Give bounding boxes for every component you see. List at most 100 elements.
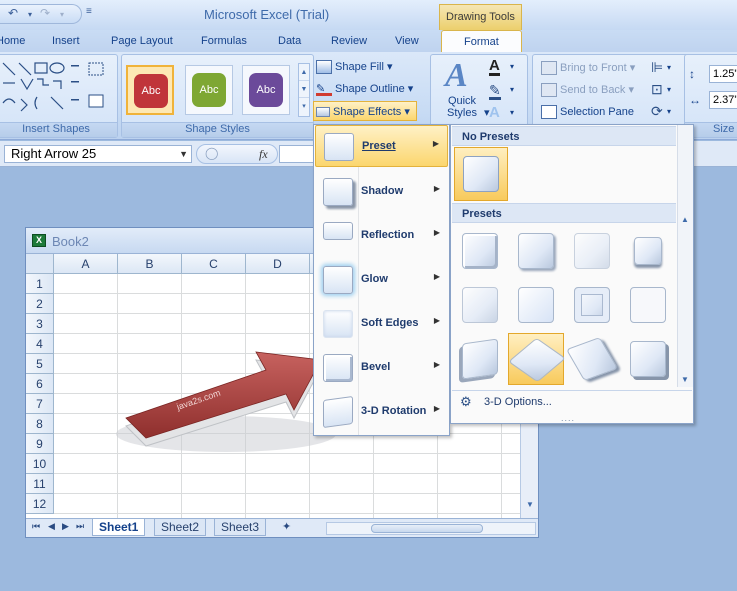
select-all-corner[interactable]	[26, 254, 54, 274]
row-header[interactable]: 12	[26, 494, 54, 514]
gallery-scrollbar[interactable]: ▲ ▼	[677, 125, 693, 387]
resize-grip-icon[interactable]: ....	[561, 413, 575, 423]
preset-4[interactable]	[622, 225, 674, 277]
scroll-up-icon[interactable]: ▲	[299, 64, 309, 81]
preset-11[interactable]	[565, 333, 619, 385]
menu-item-preset[interactable]: Preset ▶	[315, 125, 448, 167]
preset-12[interactable]	[622, 333, 674, 385]
shape-width-input[interactable]: 2.37"	[709, 91, 737, 109]
chevron-down-icon[interactable]: ▼	[179, 146, 188, 162]
shape-fill-button[interactable]: Shape Fill ▾	[316, 60, 393, 75]
column-header-c[interactable]: C	[182, 254, 246, 274]
redo-icon[interactable]: ↷	[40, 6, 50, 20]
menu-item-bevel[interactable]: Bevel ▶	[315, 347, 448, 389]
row-header[interactable]: 2	[26, 294, 54, 314]
tab-page-layout[interactable]: Page Layout	[111, 35, 173, 47]
sheet-tab-2[interactable]: Sheet2	[154, 519, 207, 536]
quick-styles-button[interactable]: Quick Styles ▾	[443, 95, 490, 119]
shape-style-thumb-red[interactable]: Abc	[126, 65, 174, 115]
menu-item-glow[interactable]: Glow ▶	[315, 259, 448, 301]
last-sheet-icon[interactable]: ⏭	[76, 521, 84, 532]
shape-style-thumb-green[interactable]: Abc	[185, 65, 233, 115]
text-fill-icon[interactable]: A	[489, 58, 500, 76]
chevron-down-icon[interactable]: ▾	[510, 85, 514, 94]
row-header[interactable]: 8	[26, 414, 54, 434]
align-icon[interactable]: ⊫	[651, 59, 663, 76]
rotate-icon[interactable]: ⟳	[651, 103, 663, 120]
row-header[interactable]: 1	[26, 274, 54, 294]
first-sheet-icon[interactable]: ⏮	[32, 521, 40, 532]
row-header[interactable]: 11	[26, 474, 54, 494]
chevron-down-icon[interactable]: ▾	[667, 107, 671, 116]
bring-to-front-button[interactable]: Bring to Front ▾	[541, 61, 635, 76]
column-header-a[interactable]: A	[54, 254, 118, 274]
tab-data[interactable]: Data	[278, 35, 301, 47]
preset-10[interactable]	[507, 333, 567, 385]
row-header[interactable]: 6	[26, 374, 54, 394]
preset-7[interactable]	[566, 279, 618, 331]
column-header-b[interactable]: B	[118, 254, 182, 274]
sheet-tab-3[interactable]: Sheet3	[214, 519, 267, 536]
customize-qat-icon[interactable]: ≡	[86, 6, 92, 17]
styles-gallery-scroll[interactable]: ▲ ▼ ▾	[298, 63, 310, 117]
menu-item-shadow[interactable]: Shadow ▶	[315, 171, 448, 213]
redo-dropdown-icon[interactable]: ▾	[60, 10, 64, 19]
row-header[interactable]: 7	[26, 394, 54, 414]
shape-outline-button[interactable]: ✎ Shape Outline ▾	[316, 82, 413, 97]
scroll-down-icon[interactable]: ▼	[681, 375, 689, 384]
name-box[interactable]: Right Arrow 25 ▼	[4, 145, 192, 163]
3d-options-item[interactable]: ⚙ 3-D Options...	[452, 390, 692, 412]
sheet-tab-1[interactable]: Sheet1	[92, 519, 146, 536]
chevron-down-icon[interactable]: ▾	[667, 85, 671, 94]
row-header[interactable]: 9	[26, 434, 54, 454]
row-header[interactable]: 4	[26, 334, 54, 354]
preset-1[interactable]	[454, 225, 506, 277]
chevron-down-icon[interactable]: ▾	[510, 108, 514, 117]
resize-handle-icon[interactable]: ◯	[205, 146, 218, 160]
shape-effects-button[interactable]: Shape Effects ▾	[313, 101, 417, 121]
menu-item-reflection[interactable]: Reflection ▶	[315, 215, 448, 257]
preset-5[interactable]	[454, 279, 506, 331]
tab-insert[interactable]: Insert	[52, 35, 80, 47]
text-effects-icon[interactable]: A	[489, 104, 500, 121]
chevron-down-icon[interactable]: ▾	[667, 63, 671, 72]
tab-home[interactable]: Home	[0, 35, 25, 47]
next-sheet-icon[interactable]: ▶	[62, 521, 69, 532]
preset-9[interactable]	[454, 333, 506, 385]
group-icon[interactable]: ⊡	[651, 81, 663, 98]
row-header[interactable]: 10	[26, 454, 54, 474]
row-header[interactable]: 5	[26, 354, 54, 374]
text-outline-icon[interactable]: ✎	[489, 83, 501, 100]
preset-3[interactable]	[566, 225, 618, 277]
row-header[interactable]: 3	[26, 314, 54, 334]
insert-function-icon[interactable]: fx	[259, 147, 268, 162]
tab-format[interactable]: Format	[441, 30, 522, 53]
undo-dropdown-icon[interactable]: ▾	[28, 10, 32, 19]
scroll-down-icon[interactable]: ▼	[299, 81, 309, 98]
more-styles-icon[interactable]: ▾	[299, 98, 309, 115]
send-to-back-button[interactable]: Send to Back ▾	[541, 83, 634, 98]
scroll-down-icon[interactable]: ▼	[523, 500, 537, 514]
selection-pane-button[interactable]: Selection Pane	[541, 105, 634, 119]
menu-item-soft-edges[interactable]: Soft Edges ▶	[315, 303, 448, 345]
column-header-d[interactable]: D	[246, 254, 310, 274]
preset-6[interactable]	[510, 279, 562, 331]
shapes-gallery[interactable]	[1, 59, 111, 119]
undo-icon[interactable]: ↶	[8, 6, 18, 20]
formula-input[interactable]	[279, 145, 313, 163]
chevron-down-icon[interactable]: ▾	[510, 62, 514, 71]
shape-height-input[interactable]: 1.25"	[709, 65, 737, 83]
tab-view[interactable]: View	[395, 35, 419, 47]
tab-formulas[interactable]: Formulas	[201, 35, 247, 47]
shape-style-thumb-purple[interactable]: Abc	[242, 65, 290, 115]
preset-8[interactable]	[622, 279, 674, 331]
horizontal-scrollbar[interactable]	[326, 522, 536, 535]
prev-sheet-icon[interactable]: ◀	[48, 521, 55, 532]
preset-none[interactable]	[454, 147, 508, 201]
menu-item-3d-rotation[interactable]: 3-D Rotation ▶	[315, 391, 448, 433]
insert-sheet-icon[interactable]: ✦	[282, 520, 291, 533]
scroll-thumb[interactable]	[371, 524, 483, 533]
scroll-up-icon[interactable]: ▲	[681, 215, 689, 224]
wordart-a-icon[interactable]: A	[445, 57, 468, 95]
tab-review[interactable]: Review	[331, 35, 367, 47]
